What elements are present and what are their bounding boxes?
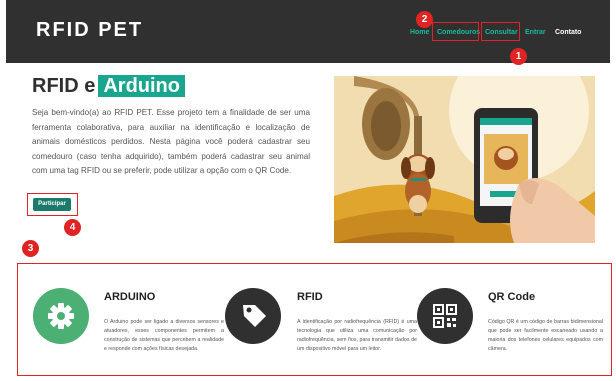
highlight-box-participar [27,193,78,216]
feature-text-qrcode: Código QR é um código de barras bidimens… [488,319,603,352]
feature-text-rfid: A identificação por radiofrequência (RFI… [297,319,417,352]
nav-contato[interactable]: Contato [555,29,581,36]
annotation-badge-4: 4 [64,219,81,236]
highlight-box-comedouros [432,22,479,41]
brand-logo[interactable]: RFID PET [36,19,143,42]
highlight-box-consultar [481,22,520,41]
annotation-badge-3: 3 [22,240,39,257]
annotation-badge-2: 2 [416,11,433,28]
hero-title-prefix: RFID e [32,75,96,97]
tag-icon [225,288,281,344]
gear-icon [33,288,89,344]
hero-illustration [334,76,595,243]
hero-title-highlight: Arduino [98,75,185,97]
qrcode-icon [417,288,473,344]
nav-home[interactable]: Home [410,29,429,36]
feature-title-arduino: ARDUINO [104,291,156,303]
annotation-badge-1: 1 [510,48,527,65]
feature-title-qrcode: QR Code [488,291,536,303]
feature-text-arduino: O Arduino pode ser ligado a diversos sen… [104,319,224,352]
feature-title-rfid: RFID [297,291,323,303]
nav-entrar[interactable]: Entrar [525,29,546,36]
hero-title: RFID e Arduino [32,75,185,98]
hero-description: Seja bem-vindo(a) ao RFID PET. Esse proj… [32,108,310,176]
